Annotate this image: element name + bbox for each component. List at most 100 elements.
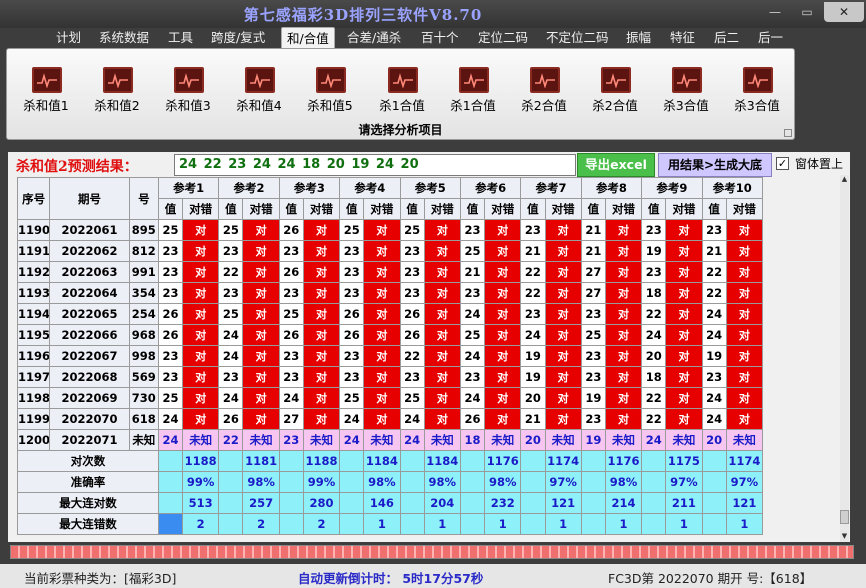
menu-item-11[interactable]: 后二	[714, 27, 739, 48]
menu-item-6[interactable]: 百十个	[421, 27, 459, 48]
summary-value: 1	[423, 513, 461, 535]
row-value: 25	[339, 387, 365, 409]
row-result: 对	[182, 261, 220, 283]
summary-label: 最大连对数	[17, 492, 159, 514]
row-result: 对	[423, 303, 461, 325]
row-result: 对	[725, 387, 763, 409]
ribbon-button-10[interactable]: 杀3合值	[724, 67, 790, 113]
col-period-header: 期号	[49, 177, 130, 220]
export-excel-button[interactable]: 导出excel	[577, 153, 655, 177]
row-result: 对	[725, 408, 763, 430]
menu-item-0[interactable]: 计划	[56, 27, 81, 48]
col-num-header: 号	[128, 177, 159, 220]
vertical-scrollbar[interactable]: ▲ ▼	[840, 175, 849, 542]
ribbon-button-8[interactable]: 杀2合值	[582, 67, 648, 113]
menu-item-4[interactable]: 和/合值	[281, 27, 335, 48]
menu-item-10[interactable]: 特征	[670, 27, 695, 48]
ribbon-button-6[interactable]: 杀1合值	[440, 67, 506, 113]
row-result: 对	[182, 240, 220, 262]
summary-value: 97%	[544, 471, 582, 493]
ribbon-button-9[interactable]: 杀3合值	[653, 67, 719, 113]
summary-value: 2	[302, 513, 341, 535]
summary-blank	[641, 471, 667, 493]
summary-label: 对次数	[17, 450, 159, 472]
ref-header: 参考8	[580, 177, 643, 199]
topmost-checkbox[interactable]: ✓	[776, 157, 789, 170]
row-value: 19	[580, 387, 606, 409]
row-result: 对	[302, 366, 341, 388]
main-panel: 杀和值2预测结果： 24 22 23 24 24 18 20 19 24 20 …	[8, 152, 850, 542]
scroll-thumb[interactable]	[840, 510, 849, 524]
countdown-status: 自动更新倒计时： 5时17分57秒	[298, 571, 484, 586]
row-result: 对	[484, 324, 522, 346]
row-value: 23	[580, 408, 606, 430]
row-seq: 1194	[17, 303, 51, 325]
ribbon-caption: 请选择分析项目	[358, 123, 443, 137]
result-header: 对错	[423, 198, 461, 220]
row-value: 26	[157, 324, 184, 346]
ribbon-button-1[interactable]: 杀和值2	[84, 67, 150, 113]
row-result: 对	[182, 219, 220, 241]
menu-item-5[interactable]: 合差/通杀	[347, 27, 401, 48]
row-value: 24	[701, 387, 727, 409]
ribbon-button-3[interactable]: 杀和值4	[226, 67, 292, 113]
menu-item-3[interactable]: 跨度/复式	[211, 27, 265, 48]
prediction-result-field[interactable]: 24 22 23 24 24 18 20 19 24 20	[174, 154, 576, 176]
row-value: 24	[459, 387, 486, 409]
menu-item-12[interactable]: 后一	[758, 27, 783, 48]
row-result: 对	[363, 324, 401, 346]
row-result: 对	[423, 408, 461, 430]
row-result: 对	[604, 366, 643, 388]
current-value: 18	[459, 429, 486, 451]
row-result: 对	[302, 261, 341, 283]
summary-blank	[580, 450, 606, 472]
summary-value: 257	[242, 492, 280, 514]
row-result: 对	[484, 303, 522, 325]
summary-value: 232	[484, 492, 522, 514]
row-result: 对	[544, 282, 582, 304]
ribbon-button-0[interactable]: 杀和值1	[13, 67, 79, 113]
row-value: 23	[278, 345, 304, 367]
row-value: 23	[157, 366, 184, 388]
menu-item-7[interactable]: 定位二码	[478, 27, 528, 48]
minimize-button[interactable]: —	[762, 2, 788, 22]
current-result: 未知	[665, 429, 703, 451]
summary-blank	[520, 471, 546, 493]
ribbon-button-7[interactable]: 杀2合值	[511, 67, 577, 113]
app-title: 第七感福彩3D排列三软件V8.70	[243, 6, 483, 24]
scroll-up-icon[interactable]: ▲	[840, 175, 849, 185]
summary-value: 97%	[665, 471, 703, 493]
row-value: 23	[339, 366, 365, 388]
maximize-button[interactable]: ▭	[794, 2, 820, 22]
summary-value: 1	[544, 513, 582, 535]
ribbon-button-5[interactable]: 杀1合值	[369, 67, 435, 113]
row-value: 25	[459, 240, 486, 262]
ribbon-button-4[interactable]: 杀和值5	[297, 67, 363, 113]
row-result: 对	[182, 282, 220, 304]
menu-item-1[interactable]: 系统数据	[99, 27, 149, 48]
menu-item-8[interactable]: 不定位二码	[546, 27, 609, 48]
summary-blank	[399, 471, 425, 493]
ribbon-button-label: 杀和值4	[236, 98, 282, 113]
close-button[interactable]: ✕	[824, 2, 864, 22]
summary-blank	[580, 471, 606, 493]
row-result: 对	[665, 219, 703, 241]
ribbon-button-label: 杀3合值	[663, 98, 709, 113]
row-value: 24	[339, 408, 365, 430]
scroll-down-icon[interactable]: ▼	[840, 532, 849, 542]
menu-item-2[interactable]: 工具	[168, 27, 193, 48]
chart-icon	[743, 67, 773, 93]
ribbon-button-2[interactable]: 杀和值3	[155, 67, 221, 113]
summary-blank	[641, 513, 667, 535]
row-result: 对	[182, 366, 220, 388]
row-number: 未知	[128, 429, 159, 451]
row-period: 2022067	[49, 345, 130, 367]
ribbon-expand-icon[interactable]	[784, 129, 792, 137]
current-result: 未知	[484, 429, 522, 451]
row-value: 23	[701, 219, 727, 241]
summary-value: 214	[604, 492, 643, 514]
menu-item-9[interactable]: 振幅	[626, 27, 651, 48]
summary-blank	[399, 450, 425, 472]
table-row: 1198 2022069 730 25 对 24 对 24 对 25 对 25 对 24 对 20 对 19 对 22…	[17, 387, 763, 409]
generate-base-button[interactable]: 用结果>生成大底	[658, 153, 772, 177]
